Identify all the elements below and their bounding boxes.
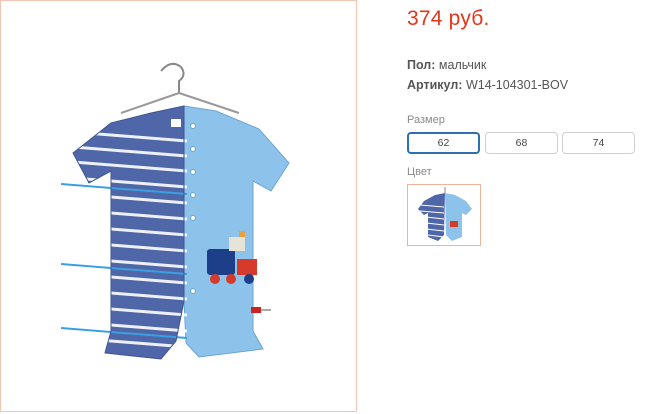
size-option-62[interactable]: 62 [407, 132, 480, 154]
size-option-74[interactable]: 74 [562, 132, 635, 154]
article-value: W14-104301-BOV [465, 78, 569, 92]
size-section-label: Размер [407, 114, 445, 126]
gender-value: мальчик [438, 58, 487, 72]
product-main-image[interactable] [0, 0, 357, 412]
product-price: 374 руб. [407, 7, 490, 30]
gender-row: Пол: мальчик [407, 58, 486, 72]
gender-label: Пол: [407, 58, 436, 72]
article-label: Артикул: [407, 78, 463, 92]
romper-illustration [61, 62, 290, 360]
color-swatch-thumbnail[interactable] [407, 184, 481, 246]
size-option-68[interactable]: 68 [485, 132, 558, 154]
article-row: Артикул: W14-104301-BOV [407, 78, 568, 92]
color-section-label: Цвет [407, 166, 432, 178]
romper-thumbnail-image [418, 187, 472, 241]
